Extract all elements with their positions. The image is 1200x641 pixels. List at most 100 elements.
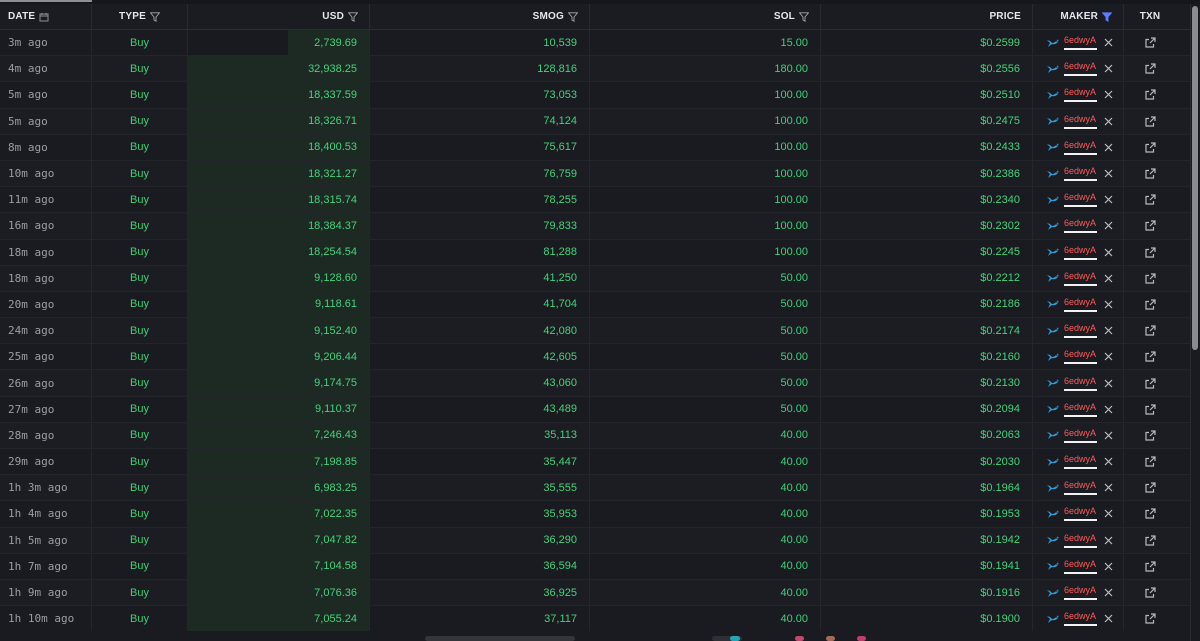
calendar-icon[interactable] <box>39 12 49 22</box>
close-icon[interactable] <box>1104 117 1113 126</box>
table-row[interactable]: 5m ago Buy 18,326.71 74,124 100.00 $0.2475 6ed… <box>0 108 1190 135</box>
maker-address-text[interactable]: 6edwyA <box>1064 140 1096 150</box>
filter-active-icon[interactable] <box>1102 11 1112 22</box>
header-usd[interactable]: USD <box>188 4 370 29</box>
close-icon[interactable] <box>1104 274 1113 283</box>
external-link-icon[interactable] <box>1144 508 1156 520</box>
external-link-icon[interactable] <box>1144 535 1156 546</box>
table-row[interactable]: 24m ago Buy 9,152.40 42,080 50.00 $0.2174 6edw… <box>0 318 1190 345</box>
maker-address[interactable]: 6edwyA <box>1064 376 1097 391</box>
table-row[interactable]: 16m ago Buy 18,384.37 79,833 100.00 $0.2302 6e… <box>0 213 1190 240</box>
bottom-dot-brown[interactable] <box>826 636 835 641</box>
maker-address-text[interactable]: 6edwyA <box>1064 506 1096 516</box>
maker-address-text[interactable]: 6edwyA <box>1064 297 1096 307</box>
table-row[interactable]: 1h 9m ago Buy 7,076.36 36,925 40.00 $0.1916 6e… <box>0 579 1190 607</box>
table-row[interactable]: 1h 4m ago Buy 7,022.35 35,953 40.00 $0.1953 6e… <box>0 501 1190 528</box>
maker-address-text[interactable]: 6edwyA <box>1064 428 1096 438</box>
close-icon[interactable] <box>1104 405 1113 414</box>
close-icon[interactable] <box>1104 588 1113 597</box>
maker-address[interactable]: 6edwyA <box>1064 35 1097 51</box>
bottom-pill[interactable] <box>425 636 575 641</box>
maker-address-text[interactable]: 6edwyA <box>1064 271 1096 281</box>
maker-address-text[interactable]: 6edwyA <box>1064 87 1096 97</box>
maker-address-text[interactable]: 6edwyA <box>1064 349 1096 359</box>
scrollbar-thumb[interactable] <box>1192 6 1198 350</box>
table-row[interactable]: 29m ago Buy 7,198.85 35,447 40.00 $0.2030 6edw… <box>0 449 1190 476</box>
external-link-icon[interactable] <box>1144 220 1156 232</box>
external-link-icon[interactable] <box>1144 63 1156 74</box>
bottom-dot-rose[interactable] <box>857 636 866 641</box>
external-link-icon[interactable] <box>1144 246 1156 258</box>
close-icon[interactable] <box>1104 143 1113 152</box>
maker-address-text[interactable]: 6edwyA <box>1064 323 1096 333</box>
maker-address-text[interactable]: 6edwyA <box>1064 35 1096 45</box>
external-link-icon[interactable] <box>1144 613 1156 624</box>
table-row[interactable]: 8m ago Buy 18,400.53 75,617 100.00 $0.2433 6ed… <box>0 134 1190 161</box>
maker-address-text[interactable]: 6edwyA <box>1064 376 1096 386</box>
table-row[interactable]: 4m ago Buy 32,938.25 128,816 180.00 $0.2556 6e… <box>0 56 1190 83</box>
external-link-icon[interactable] <box>1144 142 1156 153</box>
maker-address-text[interactable]: 6edwyA <box>1064 402 1096 412</box>
external-link-icon[interactable] <box>1144 351 1156 362</box>
maker-address[interactable]: 6edwyA <box>1064 140 1097 155</box>
close-icon[interactable] <box>1104 195 1113 204</box>
maker-address[interactable]: 6edwyA <box>1064 611 1097 627</box>
header-type[interactable]: TYPE <box>92 4 188 29</box>
maker-address[interactable]: 6edwyA <box>1064 114 1097 129</box>
table-row[interactable]: 25m ago Buy 9,206.44 42,605 50.00 $0.2160 6edw… <box>0 344 1190 371</box>
table-row[interactable]: 5m ago Buy 18,337.59 73,053 100.00 $0.2510 6ed… <box>0 82 1190 109</box>
maker-address-text[interactable]: 6edwyA <box>1064 192 1096 202</box>
maker-address[interactable]: 6edwyA <box>1064 349 1097 365</box>
table-row[interactable]: 10m ago Buy 18,321.27 76,759 100.00 $0.2386 6e… <box>0 160 1190 188</box>
filter-icon[interactable] <box>799 11 809 22</box>
maker-address[interactable]: 6edwyA <box>1064 454 1097 470</box>
external-link-icon[interactable] <box>1144 456 1156 467</box>
maker-address-text[interactable]: 6edwyA <box>1064 611 1096 621</box>
close-icon[interactable] <box>1104 38 1113 47</box>
table-row[interactable]: 11m ago Buy 18,315.74 78,255 100.00 $0.2340 6e… <box>0 187 1190 214</box>
external-link-icon[interactable] <box>1144 168 1156 179</box>
external-link-icon[interactable] <box>1144 430 1156 441</box>
maker-address[interactable]: 6edwyA <box>1064 585 1097 601</box>
maker-address[interactable]: 6edwyA <box>1064 480 1097 496</box>
filter-icon[interactable] <box>149 11 160 22</box>
external-link-icon[interactable] <box>1144 116 1156 127</box>
maker-address[interactable]: 6edwyA <box>1064 533 1097 548</box>
external-link-icon[interactable] <box>1144 325 1156 336</box>
table-row[interactable]: 27m ago Buy 9,110.37 43,489 50.00 $0.2094 6edw… <box>0 396 1190 423</box>
maker-address-text[interactable]: 6edwyA <box>1064 454 1096 464</box>
close-icon[interactable] <box>1104 90 1113 99</box>
maker-address-text[interactable]: 6edwyA <box>1064 585 1096 595</box>
close-icon[interactable] <box>1104 431 1113 440</box>
maker-address-text[interactable]: 6edwyA <box>1064 218 1096 228</box>
close-icon[interactable] <box>1104 614 1113 623</box>
maker-address-text[interactable]: 6edwyA <box>1064 61 1096 71</box>
maker-address-text[interactable]: 6edwyA <box>1064 480 1096 490</box>
maker-address[interactable]: 6edwyA <box>1064 428 1097 443</box>
maker-address-text[interactable]: 6edwyA <box>1064 245 1096 255</box>
external-link-icon[interactable] <box>1144 194 1156 205</box>
maker-address-text[interactable]: 6edwyA <box>1064 533 1096 543</box>
filter-icon[interactable] <box>568 11 578 22</box>
maker-address[interactable]: 6edwyA <box>1064 402 1097 417</box>
close-icon[interactable] <box>1104 352 1113 361</box>
external-link-icon[interactable] <box>1144 404 1156 415</box>
close-icon[interactable] <box>1104 483 1113 492</box>
external-link-icon[interactable] <box>1144 377 1156 389</box>
maker-address[interactable]: 6edwyA <box>1064 192 1097 208</box>
close-icon[interactable] <box>1104 326 1113 335</box>
table-row[interactable]: 1h 10m ago Buy 7,055.24 37,117 40.00 $0.1900 6… <box>0 606 1190 633</box>
maker-address[interactable]: 6edwyA <box>1064 323 1097 339</box>
maker-address-text[interactable]: 6edwyA <box>1064 559 1096 569</box>
table-row[interactable]: 20m ago Buy 9,118.61 41,704 50.00 $0.2186 6edw… <box>0 291 1190 319</box>
table-row[interactable]: 26m ago Buy 9,174.75 43,060 50.00 $0.2130 6edw… <box>0 370 1190 397</box>
close-icon[interactable] <box>1104 300 1113 309</box>
external-link-icon[interactable] <box>1144 561 1156 572</box>
close-icon[interactable] <box>1104 64 1113 73</box>
close-icon[interactable] <box>1104 248 1113 257</box>
maker-address[interactable]: 6edwyA <box>1064 559 1097 574</box>
maker-address[interactable]: 6edwyA <box>1064 61 1097 77</box>
header-date[interactable]: DATE <box>0 4 92 29</box>
header-sol[interactable]: SOL <box>590 4 821 29</box>
header-maker[interactable]: MAKER <box>1033 4 1124 29</box>
